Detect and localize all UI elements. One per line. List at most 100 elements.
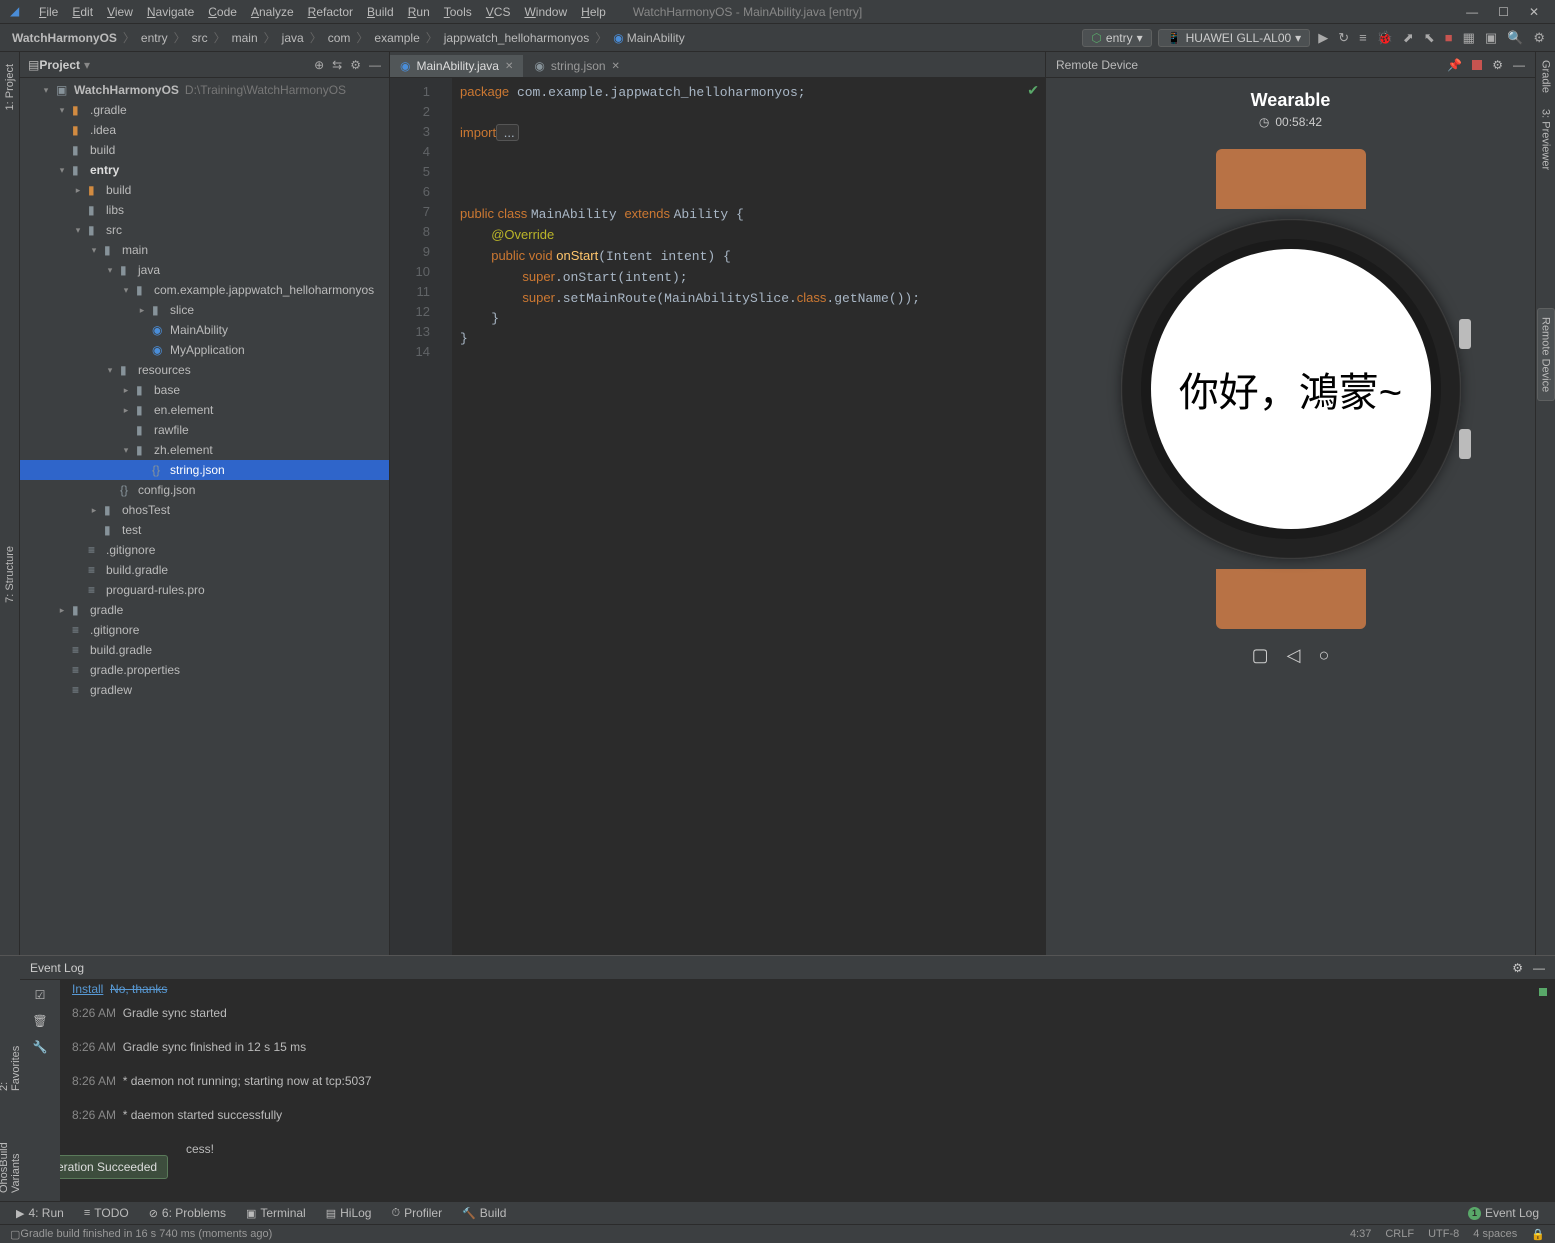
- close-tab-icon[interactable]: ✕: [505, 61, 513, 72]
- tree-item[interactable]: ▾▮com.example.jappwatch_helloharmonyos: [20, 280, 389, 300]
- lock-icon[interactable]: 🔒: [1531, 1228, 1545, 1241]
- breadcrumb[interactable]: entry: [137, 31, 172, 45]
- breadcrumb[interactable]: WatchHarmonyOS: [8, 31, 121, 45]
- settings-icon[interactable]: ⚙: [1531, 30, 1547, 46]
- code-editor[interactable]: 1234567891011121314 package com.example.…: [390, 78, 1045, 955]
- breadcrumb[interactable]: example: [370, 31, 423, 45]
- tool-button[interactable]: ▤HiLog: [318, 1205, 380, 1221]
- menu-run[interactable]: Run: [401, 3, 437, 21]
- tree-item[interactable]: ▮rawfile: [20, 420, 389, 440]
- pin-icon[interactable]: 📌: [1447, 58, 1462, 72]
- tool-button[interactable]: 🔨Build: [454, 1205, 514, 1221]
- layout-icon[interactable]: ▦: [1461, 30, 1477, 46]
- stop-icon[interactable]: ■: [1443, 30, 1455, 45]
- minimize-panel-icon[interactable]: —: [1513, 58, 1525, 72]
- tree-item[interactable]: ◉MainAbility: [20, 320, 389, 340]
- emulator-icon[interactable]: ▣: [1483, 30, 1499, 46]
- tree-item[interactable]: ≡build.gradle: [20, 560, 389, 580]
- line-separator[interactable]: CRLF: [1385, 1228, 1414, 1241]
- menu-file[interactable]: File: [32, 3, 65, 21]
- tree-item[interactable]: {}config.json: [20, 480, 389, 500]
- debug-icon[interactable]: 🐞: [1375, 30, 1395, 46]
- profile-icon[interactable]: ⬉: [1422, 30, 1437, 46]
- tree-item[interactable]: ▾▮.gradle: [20, 100, 389, 120]
- tree-item[interactable]: ≡proguard-rules.pro: [20, 580, 389, 600]
- tree-item[interactable]: ◉MyApplication: [20, 340, 389, 360]
- close-tab-icon[interactable]: ✕: [612, 61, 620, 72]
- tree-item[interactable]: ▮.idea: [20, 120, 389, 140]
- tree-item[interactable]: ≡.gitignore: [20, 620, 389, 640]
- no-thanks-link[interactable]: No, thanks: [110, 982, 167, 996]
- gear-icon[interactable]: ⚙: [1512, 961, 1523, 975]
- tree-item[interactable]: ▮libs: [20, 200, 389, 220]
- tree-item[interactable]: ▾▮zh.element: [20, 440, 389, 460]
- tree-item[interactable]: ▸▮gradle: [20, 600, 389, 620]
- menu-vcs[interactable]: VCS: [479, 3, 518, 21]
- menu-navigate[interactable]: Navigate: [140, 3, 201, 21]
- hide-panel-icon[interactable]: —: [1533, 961, 1545, 975]
- tree-item[interactable]: ▸▮base: [20, 380, 389, 400]
- tree-item[interactable]: ▾▮entry: [20, 160, 389, 180]
- search-icon[interactable]: 🔍: [1505, 30, 1525, 46]
- event-log-button[interactable]: 1Event Log: [1460, 1205, 1547, 1221]
- encoding[interactable]: UTF-8: [1428, 1228, 1459, 1241]
- minimize-icon[interactable]: —: [1466, 5, 1478, 19]
- target-icon[interactable]: ⊕: [314, 58, 324, 72]
- breadcrumb[interactable]: src: [188, 31, 212, 45]
- breadcrumb[interactable]: ◉MainAbility: [609, 31, 689, 45]
- breadcrumb[interactable]: jappwatch_helloharmonyos: [440, 31, 593, 45]
- rerun-icon[interactable]: ↻: [1336, 30, 1351, 46]
- menu-tools[interactable]: Tools: [437, 3, 479, 21]
- menu-build[interactable]: Build: [360, 3, 401, 21]
- tree-item[interactable]: ▾▮main: [20, 240, 389, 260]
- tree-item[interactable]: ▾▮java: [20, 260, 389, 280]
- tool-button[interactable]: ⏱Profiler: [383, 1205, 450, 1221]
- menu-view[interactable]: View: [100, 3, 140, 21]
- tree-item[interactable]: ≡gradlew: [20, 680, 389, 700]
- tab-remote-device[interactable]: Remote Device: [1537, 308, 1555, 401]
- tool-button[interactable]: ▣Terminal: [238, 1205, 314, 1221]
- tool-button[interactable]: ≡TODO: [76, 1205, 137, 1221]
- menu-help[interactable]: Help: [574, 3, 613, 21]
- wrench-icon[interactable]: 🔧: [33, 1040, 48, 1054]
- menu-code[interactable]: Code: [201, 3, 244, 21]
- coverage-icon[interactable]: ≡: [1357, 30, 1369, 45]
- tree-item[interactable]: ≡.gitignore: [20, 540, 389, 560]
- tree-item[interactable]: ▾▮src: [20, 220, 389, 240]
- cursor-position[interactable]: 4:37: [1350, 1228, 1371, 1241]
- hide-icon[interactable]: —: [369, 58, 381, 72]
- module-selector[interactable]: ⬡entry▾: [1082, 29, 1151, 47]
- project-tree[interactable]: ▾▣ WatchHarmonyOSD:\Training\WatchHarmon…: [20, 78, 389, 955]
- back-icon[interactable]: ◁: [1287, 645, 1301, 666]
- close-icon[interactable]: ✕: [1529, 5, 1539, 19]
- tree-item[interactable]: ▮build: [20, 140, 389, 160]
- indent[interactable]: 4 spaces: [1473, 1228, 1517, 1241]
- editor-tab[interactable]: ◉MainAbility.java✕: [390, 55, 524, 77]
- watch-emulator[interactable]: 你好，鴻蒙~: [1091, 149, 1491, 629]
- event-log-body[interactable]: Install No, thanks 8:26 AM Gradle sync s…: [60, 980, 1555, 1201]
- menu-window[interactable]: Window: [517, 3, 574, 21]
- run-icon[interactable]: ▶: [1316, 30, 1330, 46]
- tab-gradle[interactable]: Gradle: [1538, 52, 1554, 101]
- editor-tab[interactable]: ◉string.json✕: [524, 55, 631, 77]
- tree-item[interactable]: ▸▮slice: [20, 300, 389, 320]
- device-selector[interactable]: 📱HUAWEI GLL-AL00▾: [1158, 29, 1311, 47]
- tool-button[interactable]: ▶4: Run: [8, 1205, 72, 1221]
- tree-item[interactable]: ▸▮build: [20, 180, 389, 200]
- tool-button[interactable]: ⊘6: Problems: [141, 1205, 234, 1221]
- tree-item[interactable]: ≡build.gradle: [20, 640, 389, 660]
- gear-icon[interactable]: ⚙: [350, 58, 361, 72]
- stop-device-icon[interactable]: [1472, 60, 1482, 70]
- trash-icon[interactable]: 🗑: [32, 1014, 47, 1028]
- maximize-icon[interactable]: ☐: [1498, 5, 1509, 19]
- tree-item[interactable]: ▾▮resources: [20, 360, 389, 380]
- menu-refactor[interactable]: Refactor: [301, 3, 360, 21]
- menu-edit[interactable]: Edit: [65, 3, 100, 21]
- tree-item[interactable]: {}string.json: [20, 460, 389, 480]
- overview-icon[interactable]: ▢: [1252, 645, 1269, 666]
- menu-analyze[interactable]: Analyze: [244, 3, 301, 21]
- home-icon[interactable]: ○: [1318, 645, 1329, 666]
- install-link[interactable]: Install: [72, 982, 103, 996]
- breadcrumb[interactable]: java: [278, 31, 308, 45]
- tree-item[interactable]: ≡gradle.properties: [20, 660, 389, 680]
